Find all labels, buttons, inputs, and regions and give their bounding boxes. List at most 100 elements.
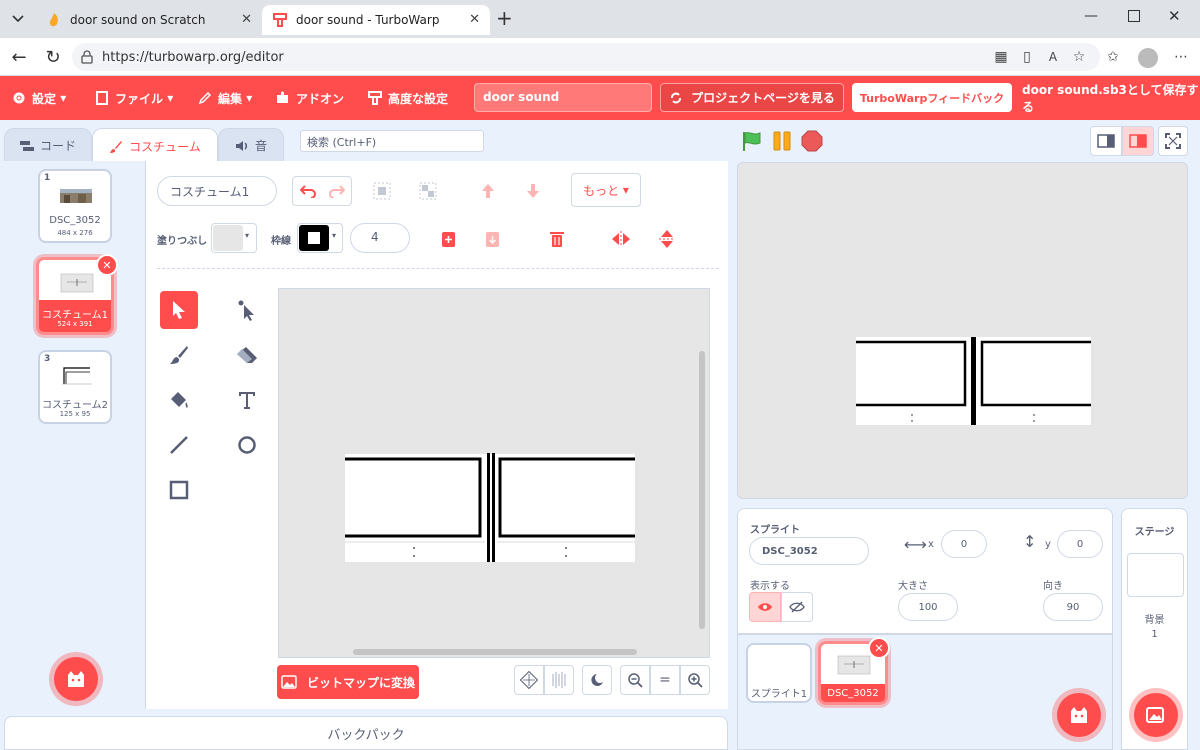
fullscreen-button[interactable] [1158, 126, 1188, 156]
text-tool[interactable] [228, 381, 266, 419]
sprite-item[interactable]: スプライト1 [746, 643, 812, 703]
search-input[interactable]: 検索 (Ctrl+F) [300, 130, 484, 152]
reshape-tool[interactable] [228, 291, 266, 329]
horizontal-scrollbar[interactable] [353, 649, 637, 655]
select-tool[interactable] [160, 291, 198, 329]
profile-avatar[interactable] [1138, 48, 1158, 68]
circle-tool[interactable] [228, 426, 266, 464]
paste-button[interactable] [479, 225, 507, 253]
large-stage-button[interactable] [1122, 126, 1154, 156]
costume-item[interactable]: 3 コスチューム2 125 x 95 [38, 350, 112, 424]
read-aloud-icon[interactable]: A [1044, 48, 1062, 66]
feedback-button[interactable]: TurboWarpフィードバック [852, 83, 1012, 112]
eye-slash-icon [789, 601, 805, 613]
fill-color-picker[interactable]: ▾ [211, 223, 257, 253]
choose-backdrop-button[interactable] [1134, 693, 1178, 737]
project-title-input[interactable]: door sound [474, 83, 652, 112]
group-button[interactable] [368, 177, 396, 205]
file-menu[interactable]: ファイル ▾ [95, 76, 173, 120]
close-icon[interactable]: ✕ [469, 12, 480, 27]
addons-menu[interactable]: アドオン [276, 76, 344, 120]
back-button[interactable]: ← [8, 46, 30, 68]
favorite-star-icon[interactable]: ☆ [1070, 48, 1088, 66]
more-button[interactable]: もっと ▾ [571, 173, 641, 207]
browser-tab-scratch[interactable]: door sound on Scratch ✕ [36, 5, 262, 35]
x-input[interactable]: 0 [941, 530, 987, 558]
outline-color-picker[interactable]: ▾ [297, 223, 343, 253]
copy-button[interactable] [435, 225, 463, 253]
circle-icon [238, 436, 256, 454]
stop-button[interactable] [801, 130, 823, 155]
line-tool[interactable] [160, 426, 198, 464]
restore-button[interactable] [1128, 10, 1140, 22]
stage-selector-panel[interactable]: ステージ 背景 1 [1121, 508, 1188, 750]
flip-horizontal-button[interactable] [607, 225, 635, 253]
outline-width-input[interactable]: 4 [350, 223, 410, 253]
advanced-settings-menu[interactable]: 高度な設定 [368, 76, 448, 120]
direction-input[interactable]: 90 [1043, 593, 1103, 621]
close-icon[interactable]: ✕ [241, 12, 252, 27]
zoom-reset-button[interactable]: = [650, 665, 680, 695]
reload-button[interactable]: ↻ [42, 46, 64, 68]
zoom-out-button[interactable] [620, 665, 650, 695]
window-close-button[interactable]: ✕ [1168, 7, 1181, 25]
size-input[interactable]: 100 [898, 593, 958, 621]
new-tab-button[interactable]: + [496, 6, 513, 30]
zoom-in-button[interactable] [680, 665, 710, 695]
convert-to-bitmap-button[interactable]: ビットマップに変換 [277, 665, 419, 699]
vertical-scrollbar[interactable] [699, 351, 705, 629]
size-label: 大きさ [898, 581, 928, 592]
guides-toggle[interactable] [544, 665, 574, 695]
equals-icon: = [659, 672, 671, 688]
brush-tool[interactable] [160, 336, 198, 374]
tab-list-button[interactable] [6, 8, 30, 30]
delete-sprite-button[interactable]: ✕ [868, 637, 890, 659]
tab-costumes[interactable]: コスチューム [92, 128, 218, 164]
sprite-list: スプライト1 DSC_3052 ✕ [737, 634, 1113, 750]
edit-menu[interactable]: 編集 ▾ [198, 76, 252, 120]
checkerboard-toggle[interactable] [514, 665, 544, 695]
rectangle-tool[interactable] [160, 471, 198, 509]
backdrop-thumbnail[interactable] [1127, 553, 1184, 597]
delete-costume-button[interactable]: ✕ [96, 254, 118, 276]
undo-button[interactable] [294, 177, 322, 205]
favorites-icon[interactable]: ✩ [1104, 48, 1122, 66]
pause-button[interactable] [772, 131, 792, 154]
backpack-header[interactable]: バックパック [4, 716, 728, 750]
tab-code[interactable]: コード [4, 128, 92, 162]
costume-name-input[interactable]: コスチューム1 [157, 176, 277, 206]
guides-icon [552, 672, 566, 688]
show-visible-button[interactable] [749, 592, 781, 622]
apps-icon[interactable]: ▦ [992, 48, 1010, 66]
fill-tool[interactable] [160, 381, 198, 419]
small-stage-button[interactable] [1090, 126, 1122, 156]
tab-sounds[interactable]: 音 [218, 128, 284, 162]
forward-button[interactable] [474, 177, 502, 205]
eraser-tool[interactable] [228, 336, 266, 374]
flip-vertical-button[interactable] [653, 225, 681, 253]
costume-item[interactable]: 1 DSC_3052 484 x 276 [38, 169, 112, 243]
url-field[interactable]: https://turbowarp.org/editor [72, 43, 1100, 71]
green-flag-button[interactable] [741, 130, 763, 155]
y-arrow-icon: ↕ [1023, 532, 1037, 551]
browser-tab-turbowarp[interactable]: door sound - TurboWarp ✕ [262, 5, 490, 35]
backward-button[interactable] [519, 177, 547, 205]
see-project-page-button[interactable]: プロジェクトページを見る [660, 83, 844, 112]
save-label[interactable]: door sound.sb3として保存する [1022, 76, 1200, 120]
stage-canvas[interactable] [737, 162, 1188, 499]
more-options-icon[interactable]: ⋯ [1172, 48, 1190, 66]
page-icon[interactable]: ▯ [1018, 48, 1036, 66]
minimize-button[interactable]: — [1084, 8, 1098, 24]
delete-button[interactable] [543, 225, 571, 253]
caret-down-icon: ▾ [332, 231, 337, 240]
redo-button[interactable] [323, 177, 351, 205]
y-input[interactable]: 0 [1057, 530, 1103, 558]
show-hidden-button[interactable] [781, 592, 813, 622]
settings-menu[interactable]: 設定 ▾ [12, 76, 66, 120]
dark-mode-toggle[interactable] [582, 665, 612, 695]
ungroup-button[interactable] [414, 177, 442, 205]
choose-sprite-button[interactable] [1057, 693, 1101, 737]
paint-canvas[interactable] [278, 288, 710, 658]
choose-costume-button[interactable] [54, 657, 98, 701]
sprite-name-input[interactable]: DSC_3052 [749, 537, 869, 565]
